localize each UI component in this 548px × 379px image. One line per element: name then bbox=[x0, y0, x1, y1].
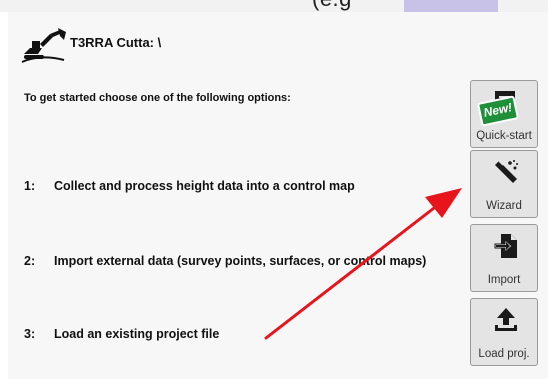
upload-icon bbox=[495, 308, 517, 331]
intro-text: To get started choose one of the followi… bbox=[24, 92, 291, 104]
app-title: T3RRA Cutta: \ bbox=[70, 35, 162, 50]
option-number: 3: bbox=[24, 327, 36, 341]
magic-wand-icon bbox=[495, 160, 518, 183]
import-label: Import bbox=[487, 274, 521, 286]
quick-start-label: Quick-start bbox=[476, 130, 532, 142]
option-number: 2: bbox=[24, 254, 36, 268]
load-project-button[interactable]: Load proj. bbox=[470, 298, 538, 366]
file-import-icon bbox=[494, 234, 517, 258]
option-label: Collect and process height data into a c… bbox=[54, 179, 355, 193]
import-button[interactable]: Import bbox=[470, 224, 538, 292]
load-project-label: Load proj. bbox=[478, 348, 530, 360]
excavator-logo-icon bbox=[21, 28, 66, 63]
top-partial-text: (e.g bbox=[312, 0, 352, 12]
top-band: (e.g bbox=[0, 0, 548, 12]
wizard-label: Wizard bbox=[486, 200, 522, 212]
option-collect: 1: Collect and process height data into a… bbox=[24, 179, 355, 193]
option-label: Load an existing project file bbox=[54, 327, 220, 341]
option-import: 2: Import external data (survey points, s… bbox=[24, 254, 426, 268]
quick-start-button[interactable]: New! Quick-start bbox=[470, 80, 538, 148]
start-panel bbox=[8, 12, 548, 379]
top-highlight bbox=[404, 0, 498, 12]
option-label: Import external data (survey points, sur… bbox=[54, 254, 427, 268]
wizard-button[interactable]: Wizard bbox=[470, 150, 538, 218]
option-number: 1: bbox=[24, 179, 36, 193]
option-load: 3: Load an existing project file bbox=[24, 327, 219, 341]
new-badge: New! bbox=[476, 95, 520, 127]
